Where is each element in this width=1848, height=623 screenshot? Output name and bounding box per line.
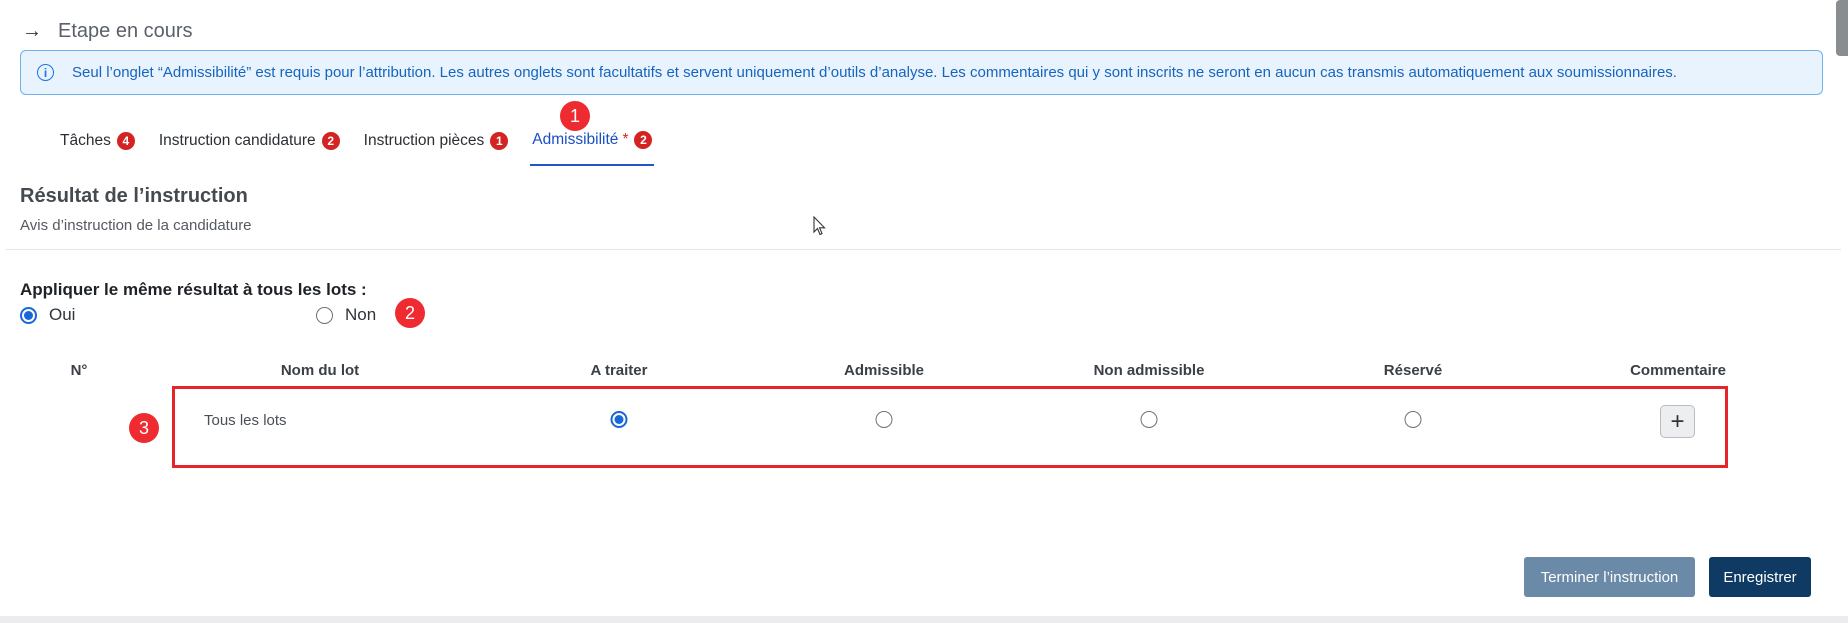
- save-button[interactable]: Enregistrer: [1709, 557, 1811, 597]
- radio-label: Oui: [49, 305, 76, 324]
- marker-label: 2: [404, 302, 415, 323]
- required-star: *: [622, 131, 629, 148]
- column-header-num: N°: [70, 362, 88, 379]
- info-text: Seul l’onglet “Admissibilité” est requis…: [72, 64, 1677, 81]
- tab-label: Tâches: [60, 132, 111, 149]
- step-header: → Etape en cours: [22, 16, 193, 46]
- column-header-a-traiter: A traiter: [590, 362, 648, 379]
- column-header-reserve: Réservé: [1383, 362, 1443, 379]
- add-comment-button[interactable]: +: [1660, 405, 1695, 438]
- column-header-non-admissible: Non admissible: [1093, 362, 1205, 379]
- annotation-marker-2: 2: [395, 298, 425, 328]
- finish-instruction-button[interactable]: Terminer l’instruction: [1524, 557, 1695, 597]
- same-result-label: Appliquer le même résultat à tous les lo…: [20, 280, 367, 299]
- tab-count-badge: 4: [116, 132, 135, 150]
- info-circle-icon: i: [37, 64, 54, 81]
- marker-label: 3: [138, 417, 149, 438]
- tab-taches[interactable]: Tâches 4: [58, 128, 137, 166]
- annotation-marker-3: 3: [129, 413, 159, 443]
- tab-label: Instruction candidature: [158, 132, 316, 149]
- scrollbar-thumb[interactable]: [1836, 0, 1848, 56]
- section-title: Résultat de l’instruction: [20, 185, 248, 207]
- tab-instruction-candidature[interactable]: Instruction candidature 2: [157, 128, 342, 166]
- column-header-admissible: Admissible: [843, 362, 925, 379]
- tab-instruction-pieces[interactable]: Instruction pièces 1: [362, 128, 511, 166]
- arrow-right-icon: →: [22, 19, 42, 42]
- section-divider: [6, 249, 1841, 250]
- tab-admissibilite[interactable]: Admissibilité * 2: [530, 128, 655, 166]
- info-alert: i Seul l’onglet “Admissibilité” est requ…: [20, 50, 1823, 95]
- bottom-scroll-track: [0, 616, 1848, 623]
- tab-count-badge: 1: [490, 132, 509, 150]
- mouse-cursor-icon: [813, 216, 826, 236]
- section-subtitle: Avis d’instruction de la candidature: [20, 217, 252, 234]
- tab-count-badge: 2: [321, 132, 340, 150]
- tab-bar: Tâches 4 Instruction candidature 2 Instr…: [58, 128, 674, 166]
- radio-non[interactable]: Non: [316, 305, 376, 325]
- plus-icon: +: [1670, 407, 1685, 435]
- radio-reserve[interactable]: [1404, 411, 1422, 428]
- tab-label: Instruction pièces: [363, 132, 485, 149]
- radio-button[interactable]: [20, 306, 37, 324]
- marker-label: 1: [569, 105, 580, 126]
- radio-label: Non: [345, 305, 377, 324]
- radio-a-traiter[interactable]: [610, 411, 628, 428]
- radio-admissible[interactable]: [875, 411, 893, 428]
- annotation-marker-1: 1: [560, 101, 590, 131]
- radio-button[interactable]: [316, 306, 333, 324]
- tab-label: Admissibilité: [532, 131, 619, 148]
- column-header-commentaire: Commentaire: [1630, 362, 1726, 379]
- step-title: Etape en cours: [58, 19, 193, 42]
- lot-name: Tous les lots: [204, 412, 287, 429]
- radio-non-admissible[interactable]: [1140, 411, 1158, 428]
- tab-count-badge: 2: [634, 131, 653, 149]
- column-header-name: Nom du lot: [280, 362, 360, 379]
- radio-oui[interactable]: Oui: [20, 305, 75, 325]
- highlight-frame: [172, 386, 1728, 468]
